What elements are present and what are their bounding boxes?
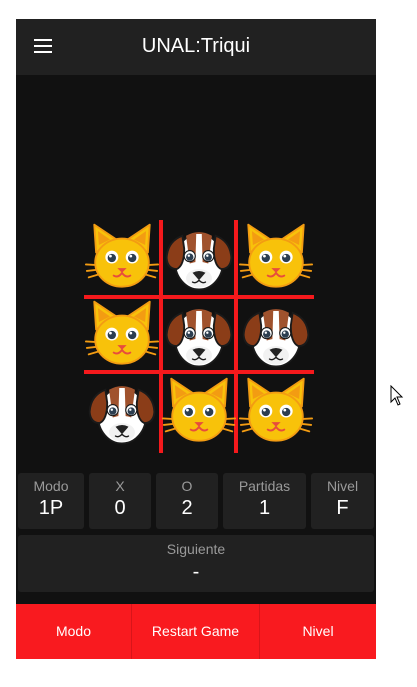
board-cell-2[interactable] [161,220,237,296]
board-cell-8[interactable] [161,374,237,450]
stat-level: Nivel F [311,473,374,529]
mode-button[interactable]: Modo [16,604,131,659]
board-cell-9[interactable] [238,374,314,450]
stat-x-value: 0 [114,497,126,519]
dog-icon [88,386,156,445]
cat-icon [162,377,236,442]
cat-icon [239,223,313,288]
dog-icon [165,309,233,368]
board-cell-7[interactable] [84,374,160,450]
app-bar: UNAL:Triqui [16,19,376,75]
level-button[interactable]: Nivel [260,604,376,659]
stat-level-label: Nivel [326,478,359,494]
dog-icon [242,309,310,368]
cat-icon [85,223,159,288]
stat-o-label: O [181,478,193,494]
cat-icon [85,300,159,365]
stat-mode: Modo 1P [18,473,84,529]
stat-games-label: Partidas [238,478,291,494]
board-cell-5[interactable] [161,297,237,373]
stat-o-wins: O 2 [156,473,218,529]
board-cell-3[interactable] [238,220,314,296]
next-turn-panel: Siguiente - [18,535,374,592]
board-cell-4[interactable] [84,297,160,373]
app-title: UNAL:Triqui [141,35,251,57]
board-cell-1[interactable] [84,220,160,296]
stat-x-label: X [115,478,125,494]
stat-mode-value: 1P [38,497,64,519]
dog-icon [165,232,233,291]
stat-games-value: 1 [258,497,271,519]
app-window: UNAL:Triqui Modo 1P X 0 O 2 Partidas 1 N… [16,19,376,659]
stat-level-value: F [336,497,349,519]
stat-o-value: 2 [181,497,193,519]
stat-mode-label: Modo [33,478,69,494]
board-cell-6[interactable] [238,297,314,373]
restart-game-button[interactable]: Restart Game [132,604,259,659]
stat-games: Partidas 1 [223,473,306,529]
bottom-button-bar: Modo Restart Game Nivel [16,604,376,659]
next-turn-value: - [192,561,200,583]
game-board [84,220,314,453]
mouse-cursor-icon [390,385,404,406]
stat-x-wins: X 0 [89,473,151,529]
next-turn-label: Siguiente [166,541,226,557]
stats-row: Modo 1P X 0 O 2 Partidas 1 Nivel F [16,473,376,529]
cat-icon [239,377,313,442]
